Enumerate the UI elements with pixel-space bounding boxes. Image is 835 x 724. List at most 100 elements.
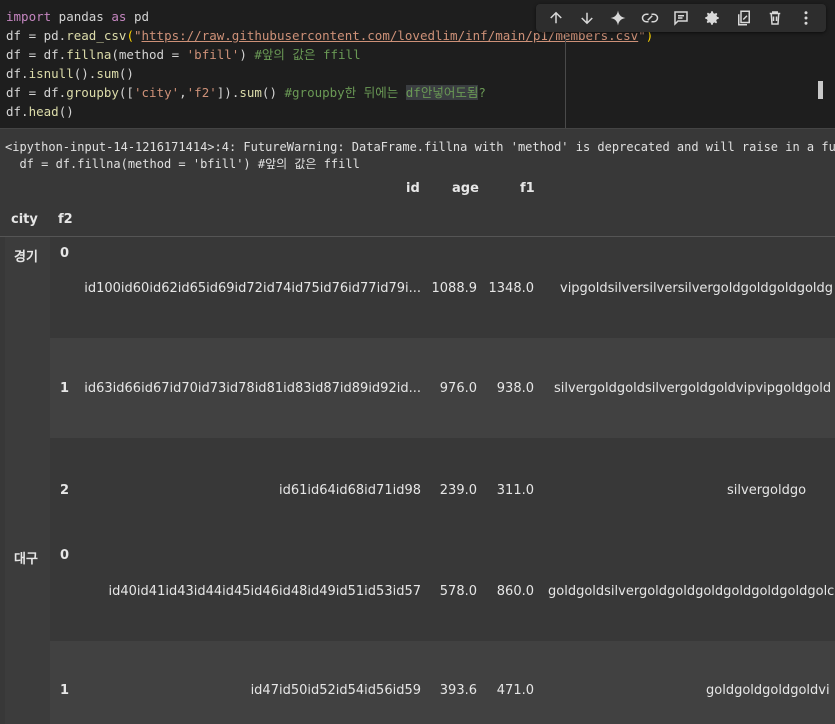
table-row: 0 id100id60id62id65id69id72id74id75id76i… (50, 237, 835, 337)
code-token: sum (239, 85, 262, 100)
index-name-f2: f2 (58, 212, 73, 227)
code-token: 'f2' (186, 85, 217, 100)
f2-label: 0 (60, 246, 70, 261)
f3-cell: silvergoldgo (727, 483, 807, 498)
add-comment-button[interactable] (669, 6, 693, 30)
link-icon (641, 13, 658, 23)
f2-label: 1 (60, 683, 70, 698)
code-cell[interactable]: import pandas as pd df = pd.read_csv("htt… (0, 0, 835, 129)
f1-cell: 471.0 (496, 683, 534, 698)
code-line-4: df.isnull().sum() (6, 64, 653, 83)
age-cell: 976.0 (439, 381, 477, 396)
code-token: ]). (216, 85, 240, 100)
code-token: groupby (66, 85, 119, 100)
code-token: head (28, 104, 59, 119)
column-header-age: age (452, 181, 479, 196)
column-header-f1: f1 (520, 181, 535, 196)
trash-icon (769, 11, 781, 25)
id-cell: id61id64id68id71id98 (278, 483, 421, 498)
code-token: () (58, 104, 74, 119)
scrollbar-thumb[interactable] (818, 81, 823, 99)
index-name-city: city (11, 212, 38, 227)
code-token: isnull (28, 66, 74, 81)
code-token: as (111, 9, 127, 24)
code-comment: ? (478, 85, 486, 100)
id-cell: id100id60id62id65id69id72id74id75id76id7… (84, 281, 421, 296)
move-cell-down-button[interactable] (575, 6, 599, 30)
table-row: 1 id63id66id67id70id73id78id81id83id87id… (50, 338, 835, 438)
cell-settings-button[interactable] (700, 6, 724, 30)
code-line-3: df = df.fillna(method = 'bfill') #앞의 값은 … (6, 45, 653, 64)
code-token: " (133, 28, 142, 43)
code-token: df = df. (6, 85, 67, 100)
cell-toolbar (536, 4, 826, 32)
comment-icon (674, 11, 688, 26)
code-token: , (179, 85, 187, 100)
f2-label: 2 (60, 483, 70, 498)
mirror-cell-button[interactable] (732, 6, 756, 30)
more-actions-button[interactable] (794, 6, 818, 30)
delete-cell-button[interactable] (763, 6, 787, 30)
warning-line: <ipython-input-14-1216171414>:4: FutureW… (5, 140, 835, 154)
code-token: sum (96, 66, 119, 81)
code-token: df. (6, 66, 29, 81)
code-token: df. (6, 104, 29, 119)
code-token: 'bfill' (186, 47, 240, 62)
code-token: () (118, 66, 134, 81)
code-token: pandas (51, 9, 112, 24)
arrow-up-icon (549, 11, 562, 24)
code-token: fillna (66, 47, 112, 62)
code-token: (method = (111, 47, 187, 62)
code-token: ([ (118, 85, 134, 100)
f3-cell: vipgoldsilversilversilvergoldgoldgoldgol… (560, 281, 834, 296)
id-cell: id47id50id52id54id56id59 (250, 683, 421, 698)
code-token: read_csv (66, 28, 127, 43)
code-line-6: df.head() (6, 102, 653, 121)
f2-label: 0 (60, 548, 70, 563)
move-cell-up-button[interactable] (544, 6, 568, 30)
id-cell: id63id66id67id70id73id78id81id83id87id89… (84, 381, 421, 396)
gemini-button[interactable] (606, 6, 630, 30)
code-line-5: df = df.groupby(['city','f2']).sum() #gr… (6, 83, 653, 102)
city-cell (5, 237, 50, 540)
city-label: 경기 (14, 250, 38, 265)
column-header-id: id (406, 181, 420, 196)
code-token: ) (239, 47, 255, 62)
city-label: 대구 (14, 552, 38, 567)
more-vert-icon (804, 11, 808, 25)
f1-cell: 311.0 (496, 483, 534, 498)
gear-icon (705, 11, 720, 25)
mirror-cell-icon (737, 10, 750, 26)
id-cell: id40id41id43id44id45id46id48id49id51id53… (108, 584, 421, 599)
age-cell: 393.6 (439, 683, 477, 698)
sparkle-icon (610, 10, 626, 26)
code-token: df = pd. (6, 28, 67, 43)
code-token: pd (126, 9, 150, 24)
age-cell: 1088.9 (431, 281, 478, 296)
f1-cell: 938.0 (496, 381, 534, 396)
code-comment: #앞의 값은 ffill (254, 47, 361, 62)
f3-cell: goldgoldsilvergoldgoldgoldgoldgoldgoldgo… (548, 584, 835, 599)
f3-cell: goldgoldgoldgoldvi (706, 683, 830, 698)
cell-output: <ipython-input-14-1216171414>:4: FutureW… (0, 129, 835, 724)
f1-cell: 860.0 (496, 584, 534, 599)
table-row: 0 id40id41id43id44id45id46id48id49id51id… (50, 540, 835, 640)
table-row: 2 id61id64id68id71id98 239.0 311.0 silve… (50, 439, 835, 539)
code-token: 'city' (133, 85, 180, 100)
table-row: 1 id47id50id52id54id56id59 393.6 471.0 g… (50, 641, 835, 724)
f1-cell: 1348.0 (488, 281, 535, 296)
f2-label: 1 (60, 381, 70, 396)
arrow-down-icon (581, 12, 593, 25)
warning-line: df = df.fillna(method = 'bfill') #앞의 값은 … (5, 157, 360, 171)
copy-link-button[interactable] (638, 6, 662, 30)
code-token: import (6, 9, 52, 24)
code-token: (). (73, 66, 97, 81)
code-token: ( (126, 28, 134, 43)
code-token: df = df. (6, 47, 67, 62)
warning-text: <ipython-input-14-1216171414>:4: FutureW… (5, 139, 835, 173)
age-cell: 578.0 (439, 584, 477, 599)
code-token: () (261, 85, 285, 100)
city-cell (5, 540, 50, 724)
f3-cell: silvergoldgoldsilvergoldgoldvipvipgoldgo… (554, 381, 832, 396)
age-cell: 239.0 (439, 483, 477, 498)
